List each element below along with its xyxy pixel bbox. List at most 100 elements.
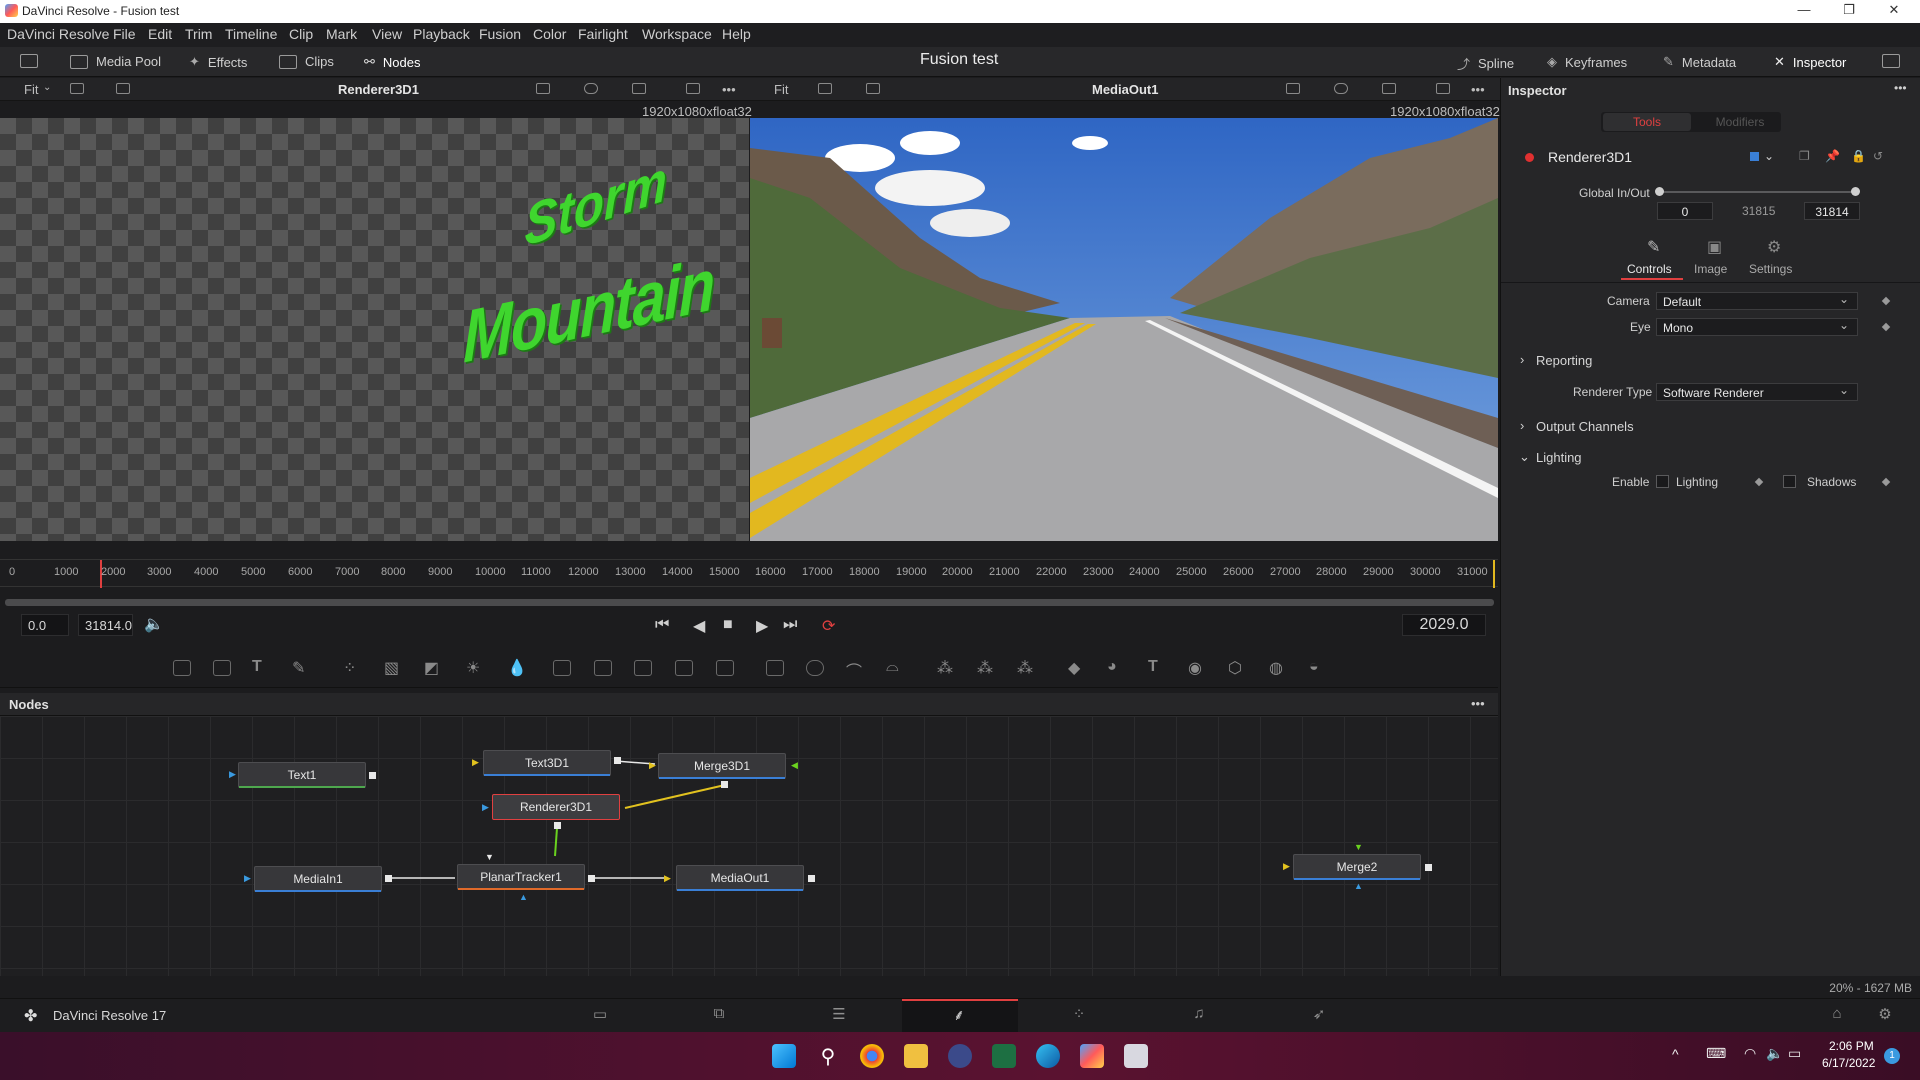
play-reverse-icon[interactable]: ◀ — [693, 616, 705, 636]
camera-tracker-icon[interactable]: ⁂ — [1017, 658, 1033, 678]
keyframe-diamond-icon[interactable] — [1881, 296, 1891, 306]
volume-icon[interactable]: 🔈 — [144, 614, 164, 634]
input-port-icon[interactable]: ▼ — [485, 852, 494, 862]
menu-davinci-resolve[interactable]: DaVinci Resolve — [7, 26, 109, 42]
lighting-section[interactable]: Lighting — [1536, 450, 1582, 465]
chevron-up-icon[interactable]: ^ — [1672, 1046, 1679, 1062]
roi-icon[interactable] — [1286, 83, 1300, 94]
chevron-right-icon[interactable]: › — [1520, 418, 1524, 433]
view-icon[interactable] — [1436, 83, 1450, 94]
media-pool-button[interactable]: Media Pool — [70, 54, 161, 69]
maximize-button[interactable]: ❐ — [1834, 2, 1864, 20]
menu-fusion[interactable]: Fusion — [479, 26, 521, 42]
input-port-icon[interactable]: ▶ — [229, 769, 236, 780]
node-color-icon[interactable] — [1525, 153, 1534, 162]
shadows-checkbox[interactable] — [1783, 475, 1796, 488]
go-to-end-icon[interactable]: ⏭ — [783, 616, 797, 634]
input-port-icon[interactable]: ▶ — [1283, 861, 1290, 872]
scrub-bar[interactable] — [5, 599, 1494, 606]
output-channels-section[interactable]: Output Channels — [1536, 419, 1634, 434]
rectangle-mask-icon[interactable] — [766, 660, 784, 676]
keyframes-button[interactable]: ◈ Keyframes — [1547, 54, 1627, 70]
roi-icon[interactable] — [536, 83, 550, 94]
text-tool-icon[interactable]: T — [252, 658, 262, 676]
output-port[interactable] — [721, 781, 728, 788]
stop-icon[interactable]: ■ — [723, 616, 733, 634]
input-port-icon[interactable]: ▶ — [244, 873, 251, 884]
node-renderer3d1[interactable]: Renderer3D1 — [492, 794, 620, 820]
view-icon[interactable] — [686, 83, 700, 94]
node-text3d1[interactable]: Text3D1 — [483, 750, 611, 776]
layout-icon[interactable] — [116, 83, 130, 94]
render-end-field[interactable]: 31814.0 — [78, 614, 133, 636]
menu-clip[interactable]: Clip — [289, 26, 313, 42]
menu-playback[interactable]: Playback — [413, 26, 470, 42]
range-out-handle[interactable] — [1851, 187, 1860, 196]
node-text1[interactable]: Text1 — [238, 762, 366, 788]
home-icon[interactable]: ⌂ — [1826, 1005, 1848, 1023]
search-icon[interactable]: ⚲ — [816, 1044, 840, 1068]
fairlight-page-icon[interactable]: ♫ — [1188, 1005, 1210, 1023]
edit-page-icon[interactable]: ☰ — [828, 1005, 850, 1023]
shape3d-icon[interactable]: ◆ — [1068, 658, 1080, 678]
layout-icon[interactable] — [70, 83, 84, 94]
keyframe-diamond-icon[interactable] — [1881, 477, 1891, 487]
spotlight-icon[interactable]: ◍ — [1269, 658, 1283, 678]
menu-mark[interactable]: Mark — [326, 26, 357, 42]
menu-timeline[interactable]: Timeline — [225, 26, 277, 42]
more-options-icon[interactable]: ••• — [722, 82, 736, 97]
global-out-field[interactable]: 31814 — [1804, 202, 1860, 220]
panel-toggle-button[interactable] — [20, 54, 38, 68]
loop-icon[interactable]: ⟳ — [822, 616, 835, 636]
battery-icon[interactable]: ▭ — [1788, 1045, 1801, 1062]
transform-tool-icon[interactable] — [675, 660, 693, 676]
edge-icon[interactable] — [1036, 1044, 1060, 1068]
brightness-icon[interactable]: ☀ — [466, 658, 480, 678]
inspector-button[interactable]: ✕ Inspector — [1774, 54, 1846, 70]
camera3d-icon[interactable]: ◕ — [1107, 658, 1117, 676]
more-options-icon[interactable]: ••• — [1471, 82, 1485, 97]
keyframe-diamond-icon[interactable] — [1881, 322, 1891, 332]
menu-file[interactable]: File — [113, 26, 136, 42]
node-mediain1[interactable]: MediaIn1 — [254, 866, 382, 892]
background-tool-icon[interactable] — [173, 660, 191, 676]
grid-icon[interactable] — [1382, 83, 1396, 94]
node-merge2[interactable]: Merge2 — [1293, 854, 1421, 880]
layout-icon[interactable] — [818, 83, 832, 94]
lighting-checkbox[interactable] — [1656, 475, 1669, 488]
input-port-icon[interactable]: ▲ — [1354, 881, 1363, 891]
play-icon[interactable]: ▶ — [756, 616, 768, 636]
chevron-right-icon[interactable]: › — [1520, 352, 1524, 367]
nodes-button[interactable]: ⚯ Nodes — [364, 54, 420, 70]
menu-color[interactable]: Color — [533, 26, 566, 42]
left-viewer[interactable]: Storm Mountain — [0, 118, 749, 541]
more-options-icon[interactable]: ••• — [1471, 696, 1485, 711]
eye-dropdown[interactable]: Mono — [1656, 318, 1858, 336]
menu-help[interactable]: Help — [722, 26, 751, 42]
effects-button[interactable]: ✦ Effects — [189, 54, 247, 70]
render-start-field[interactable]: 0.0 — [21, 614, 69, 636]
version-color-icon[interactable] — [1750, 152, 1759, 161]
blur-tool-icon[interactable]: ▧ — [384, 658, 399, 678]
input-port-icon[interactable]: ▶ — [472, 757, 479, 768]
output-port[interactable] — [588, 875, 595, 882]
subtab-image[interactable]: Image — [1694, 262, 1727, 276]
out-point-marker[interactable] — [1493, 560, 1495, 588]
ellipse-mask-icon[interactable] — [806, 660, 824, 676]
output-port[interactable] — [369, 772, 376, 779]
minimize-button[interactable]: — — [1789, 2, 1819, 20]
left-fit-dropdown[interactable]: Fit — [24, 82, 38, 97]
color-icon[interactable] — [584, 83, 598, 94]
close-button[interactable]: ✕ — [1879, 2, 1909, 20]
input-port-icon[interactable]: ▲ — [519, 892, 528, 902]
tab-modifiers[interactable]: Modifiers — [1701, 115, 1779, 129]
chrome-icon[interactable] — [860, 1044, 884, 1068]
node-mediaout1[interactable]: MediaOut1 — [676, 865, 804, 891]
metadata-button[interactable]: ✎ Metadata — [1663, 54, 1736, 70]
subtab-controls[interactable]: Controls — [1627, 262, 1672, 276]
color-icon[interactable] — [1334, 83, 1348, 94]
color-drop-icon[interactable]: 💧 — [507, 658, 527, 678]
merge3d-icon[interactable]: ◉ — [1188, 658, 1202, 678]
output-port[interactable] — [808, 875, 815, 882]
file-explorer-icon[interactable] — [904, 1044, 928, 1068]
